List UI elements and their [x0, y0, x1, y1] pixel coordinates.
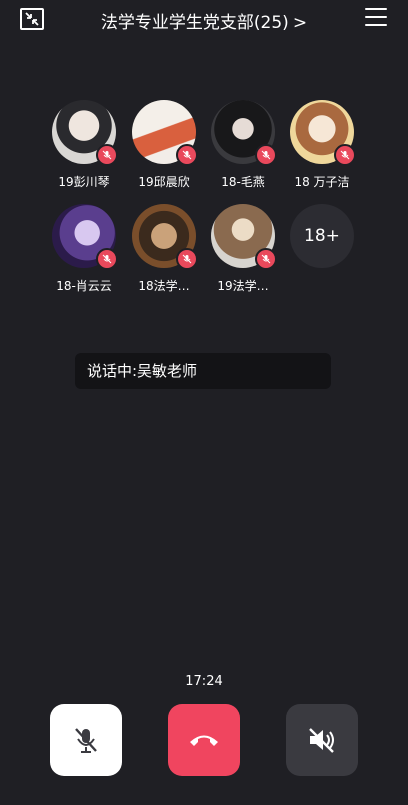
more-count: 18+ [290, 204, 354, 268]
avatar [290, 100, 356, 166]
member-tile[interactable]: 19邱晨欣 [119, 100, 209, 190]
avatar [52, 204, 118, 270]
avatar [211, 204, 277, 270]
group-name: 法学专业学生党支部(25) [100, 13, 289, 33]
member-tile[interactable]: 19彭川琴 [39, 100, 129, 190]
member-name: 18-毛燕 [221, 175, 265, 189]
mute-mic-button[interactable] [50, 704, 122, 776]
top-bar: 法学专业学生党支部(25) > [0, 0, 408, 44]
member-name: 19邱晨欣 [138, 175, 190, 189]
member-tile[interactable]: 19法学… [198, 204, 288, 294]
hang-up-button[interactable] [168, 704, 240, 776]
avatar [132, 204, 198, 270]
group-title[interactable]: 法学专业学生党支部(25) > [70, 10, 338, 36]
avatar [132, 100, 198, 166]
avatar [52, 100, 118, 166]
member-name: 19彭川琴 [58, 175, 110, 189]
minimize-icon[interactable] [20, 8, 44, 30]
member-name: 19法学… [217, 279, 269, 293]
mic-off-icon [176, 248, 198, 270]
member-tile[interactable]: 18法学… [119, 204, 209, 294]
member-name: 18 万子洁 [294, 175, 350, 189]
menu-icon[interactable] [365, 8, 387, 28]
member-tile[interactable]: 18 万子洁 [277, 100, 367, 190]
mic-off-icon [96, 248, 118, 270]
speaker-off-icon [309, 728, 334, 753]
member-tile[interactable]: 18-毛燕 [198, 100, 288, 190]
more-members-button[interactable]: 18+ [277, 204, 367, 268]
member-name: 18-肖云云 [56, 279, 112, 293]
member-name: 18法学… [138, 279, 190, 293]
phone-hangup-icon [190, 735, 218, 746]
call-timer: 17:24 [185, 674, 223, 689]
speaking-indicator: 说话中:吴敏老师 [75, 353, 331, 389]
speaker-toggle-button[interactable] [286, 704, 358, 776]
mic-off-icon [334, 144, 356, 166]
mic-off-icon [176, 144, 198, 166]
chevron-right-icon: > [292, 13, 308, 33]
mic-off-icon [96, 144, 118, 166]
member-tile[interactable]: 18-肖云云 [39, 204, 129, 294]
mic-off-icon [255, 248, 277, 270]
avatar [211, 100, 277, 166]
mic-off-icon [75, 728, 97, 753]
mic-off-icon [255, 144, 277, 166]
